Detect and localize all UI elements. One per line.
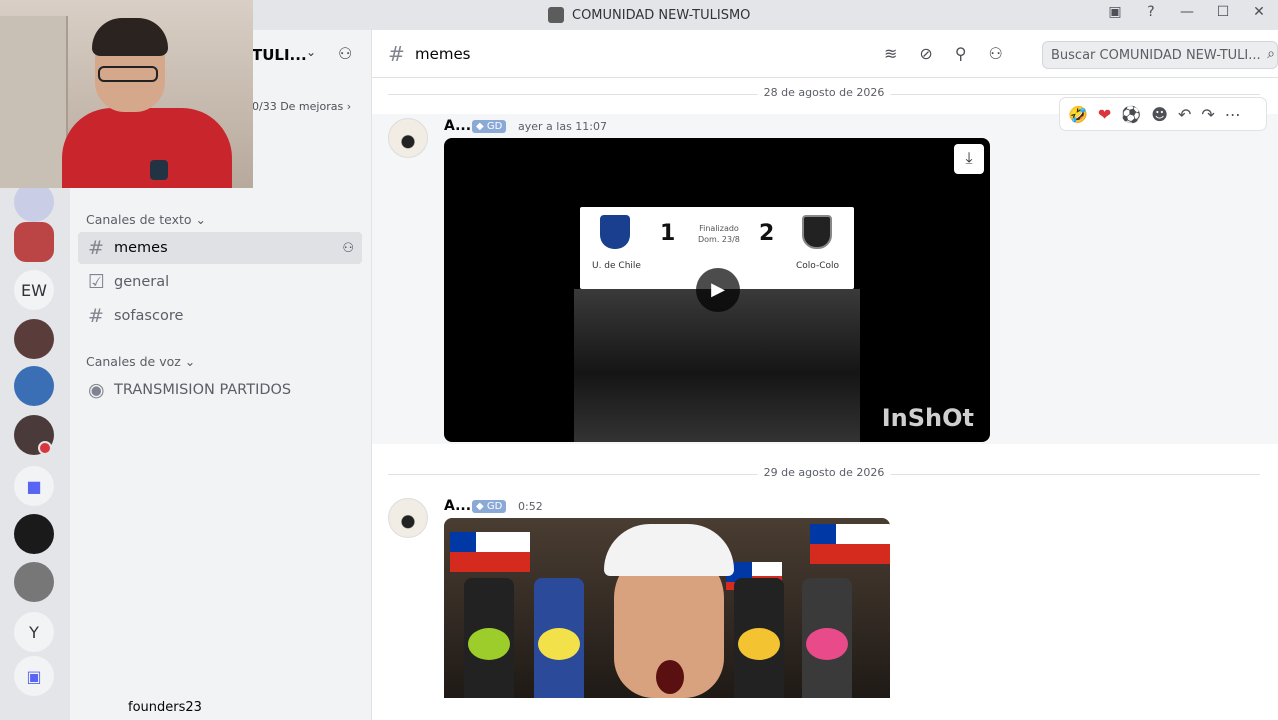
message-actions: 🤣 ❤ ⚽ ☻ ↶ ↷ ⋯ (1060, 98, 1266, 130)
watermark: InShOt (881, 404, 974, 432)
window-title: COMUNIDAD NEW-TULISMO (548, 7, 750, 23)
chile-flag (810, 524, 890, 564)
message-timestamp: 0:52 (518, 500, 543, 513)
video-attachment[interactable]: 1 Finalizado Dom. 23/8 2 U. de Chile Colo… (444, 138, 990, 442)
server-icon[interactable] (14, 182, 54, 222)
help-icon[interactable]: ? (1142, 4, 1160, 20)
hash-icon: # (388, 42, 405, 66)
score-away: 2 (759, 221, 775, 246)
rules-icon: ☑ (88, 271, 106, 293)
team-crest-home (600, 215, 630, 249)
shirt-crest (150, 160, 168, 180)
channel-sofascore[interactable]: # sofascore (78, 300, 362, 332)
server-y[interactable]: Y (14, 612, 54, 652)
boost-progress[interactable]: 0/33 De mejoras › (252, 100, 351, 113)
chile-flag (450, 532, 530, 572)
server-icon[interactable] (14, 222, 54, 262)
play-icon[interactable]: ▶ (696, 268, 740, 312)
hash-icon: # (88, 305, 104, 327)
drink-can (464, 578, 514, 698)
image-attachment[interactable] (444, 518, 890, 698)
person-glasses (98, 66, 158, 82)
hash-icon: # (88, 237, 104, 259)
stage-icon: ◉ (88, 379, 105, 401)
search-icon: ⌕ (1267, 46, 1275, 62)
team-crest-away (802, 215, 832, 249)
reply-icon[interactable]: ↶ (1178, 105, 1191, 124)
close-button[interactable]: ✕ (1250, 4, 1268, 20)
category-text[interactable]: Canales de texto ⌄ (86, 212, 206, 227)
server-tag[interactable]: ◆ GD (472, 120, 507, 133)
score-home: 1 (660, 221, 676, 246)
server-rail: EW ■ Y ▣ (0, 182, 70, 720)
server-icon[interactable]: ▣ (14, 656, 54, 696)
guild-name[interactable]: TULI... (252, 46, 307, 64)
header-toolbar: ≋ ⊘ ⚲ ⚇ (884, 44, 1003, 63)
server-logo-icon (548, 7, 564, 23)
reaction-laugh[interactable]: 🤣 (1068, 105, 1088, 124)
threads-icon[interactable]: ≋ (884, 44, 897, 63)
members-icon[interactable]: ⚇ (989, 44, 1003, 63)
message-author[interactable]: A... (444, 498, 471, 514)
reaction-soccer[interactable]: ⚽ (1121, 105, 1141, 124)
forward-icon[interactable]: ↷ (1201, 105, 1214, 124)
server-icon[interactable] (14, 319, 54, 359)
date-divider: 29 de agosto de 2026 (388, 466, 1260, 479)
server-icon[interactable] (14, 562, 54, 602)
channel-general[interactable]: ☑ general (78, 266, 362, 298)
server-ew[interactable]: EW (14, 270, 54, 310)
avatar[interactable] (388, 498, 428, 538)
chevron-down-icon[interactable]: ⌄ (306, 45, 316, 59)
inbox-icon[interactable]: ▣ (1106, 4, 1124, 20)
pin-icon[interactable]: ⚲ (955, 44, 967, 63)
webcam-overlay (0, 0, 253, 188)
message-author[interactable]: A... (444, 118, 471, 134)
team-home: U. de Chile (592, 261, 641, 271)
mute-icon[interactable]: ⊘ (919, 44, 932, 63)
notification-badge (38, 441, 52, 455)
server-tag[interactable]: ◆ GD (472, 500, 507, 513)
drink-can (734, 578, 784, 698)
invite-icon[interactable]: ⚇ (338, 44, 352, 63)
add-member-icon[interactable]: ⚇ (342, 241, 354, 256)
channel-memes[interactable]: # memes ⚇ (78, 232, 362, 264)
person-mouth (656, 660, 684, 694)
more-icon[interactable]: ⋯ (1225, 105, 1241, 124)
folder-icon[interactable]: ■ (14, 466, 54, 506)
reaction-heart[interactable]: ❤ (1098, 105, 1111, 124)
maximize-button[interactable]: ☐ (1214, 4, 1232, 20)
download-icon[interactable]: ⤓ (954, 144, 984, 174)
user-panel[interactable]: founders23 (70, 700, 372, 720)
avatar[interactable] (388, 118, 428, 158)
background-door (0, 16, 68, 188)
message-timestamp: ayer a las 11:07 (518, 120, 607, 133)
add-reaction-icon[interactable]: ☻ (1151, 105, 1168, 124)
channel-title: memes (415, 45, 471, 63)
team-away: Colo-Colo (796, 261, 840, 271)
date-divider: 28 de agosto de 2026 (388, 86, 1260, 99)
drink-can (802, 578, 852, 698)
drink-can (534, 578, 584, 698)
server-icon[interactable] (14, 514, 54, 554)
match-status: Finalizado Dom. 23/8 (698, 224, 740, 244)
minimize-button[interactable]: — (1178, 4, 1196, 20)
channel-transmision-partidos[interactable]: ◉ TRANSMISION PARTIDOS (78, 374, 362, 406)
person-shirt (62, 108, 232, 188)
channel-header: # memes ≋ ⊘ ⚲ ⚇ Buscar COMUNIDAD NEW-TUL… (372, 30, 1278, 78)
main-chat: # memes ≋ ⊘ ⚲ ⚇ Buscar COMUNIDAD NEW-TUL… (372, 30, 1278, 720)
search-input[interactable]: Buscar COMUNIDAD NEW-TULI... ⌕ (1042, 41, 1278, 69)
server-icon[interactable] (14, 366, 54, 406)
category-voice[interactable]: Canales de voz ⌄ (86, 354, 195, 369)
person-hair (92, 18, 168, 56)
person-cap (604, 524, 734, 576)
window-controls: ▣ ? — ☐ ✕ (1106, 4, 1278, 20)
